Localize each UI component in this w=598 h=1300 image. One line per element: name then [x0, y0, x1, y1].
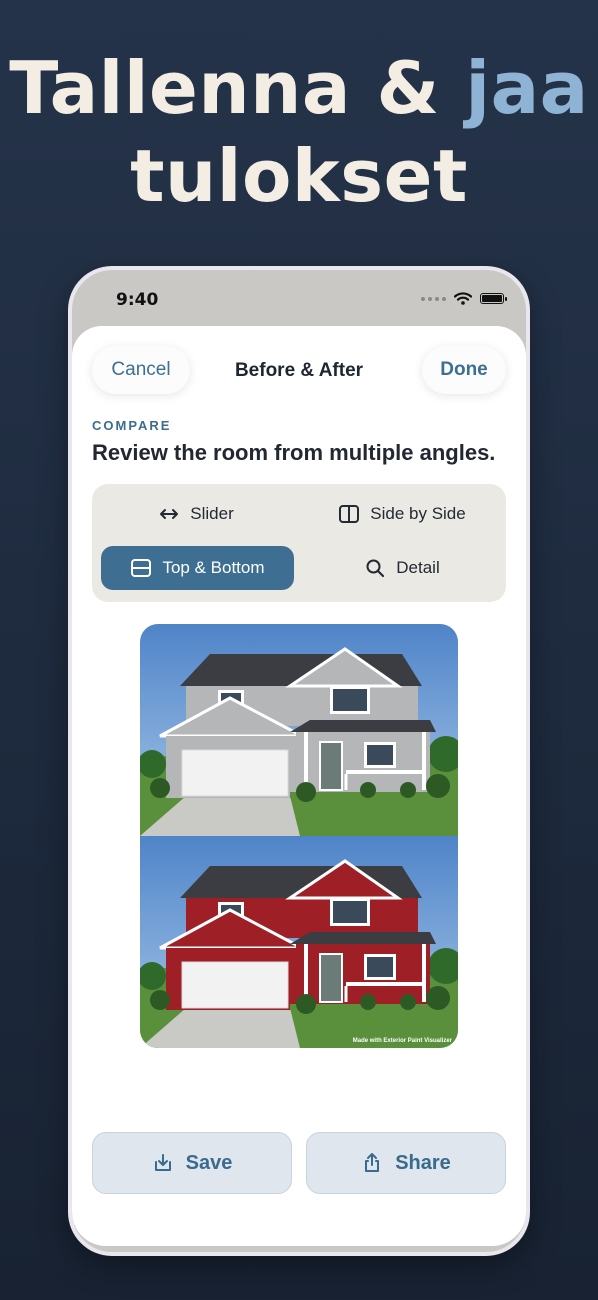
phone-frame: 9:40 Cancel Before & After Done COMPARE … — [68, 266, 530, 1256]
section-title: Review the room from multiple angles. — [92, 440, 496, 465]
status-bar: 9:40 — [72, 270, 526, 328]
split-columns-icon — [339, 505, 360, 523]
save-button[interactable]: Save — [92, 1132, 292, 1194]
before-after-preview[interactable]: Made with Exterior Paint Visualizer — [140, 624, 458, 1048]
download-icon — [154, 1154, 171, 1171]
mode-top-bottom-button[interactable]: Top & Bottom — [101, 546, 294, 590]
done-button[interactable]: Done — [422, 346, 506, 394]
signal-icon — [421, 296, 446, 301]
share-icon — [365, 1153, 380, 1172]
compare-mode-selector: Slider Side by Side Top & Bottom Detail — [92, 484, 506, 602]
watermark-text: Made with Exterior Paint Visualizer — [352, 1038, 452, 1044]
section-label: COMPARE — [92, 418, 172, 433]
share-button[interactable]: Share — [306, 1132, 506, 1194]
headline-line-1: Tallenna & jaa — [0, 44, 598, 132]
after-house-image — [140, 836, 458, 1048]
split-rows-icon — [131, 559, 152, 577]
headline-line-2: tulokset — [130, 134, 468, 218]
mode-side-by-side-label: Side by Side — [370, 504, 466, 523]
phone-screen: 9:40 Cancel Before & After Done COMPARE … — [72, 270, 526, 1252]
battery-icon — [480, 293, 507, 304]
save-label: Save — [185, 1151, 233, 1174]
headline-main-text: Tallenna & — [9, 46, 440, 130]
navigation-bar: Cancel Before & After Done — [72, 326, 526, 416]
share-label: Share — [395, 1151, 451, 1174]
mode-top-bottom-label: Top & Bottom — [162, 558, 265, 577]
house-comparison-image — [140, 624, 458, 1048]
mode-slider-button[interactable]: Slider — [100, 492, 292, 536]
arrows-horizontal-icon — [160, 509, 179, 519]
mode-detail-label: Detail — [396, 558, 440, 577]
mode-slider-label: Slider — [190, 504, 234, 523]
wifi-icon — [454, 292, 472, 305]
magnifier-icon — [366, 559, 385, 578]
status-icons — [421, 292, 507, 305]
mode-side-by-side-button[interactable]: Side by Side — [306, 492, 498, 536]
status-time: 9:40 — [116, 290, 159, 310]
headline: Tallenna & jaa tulokset — [0, 44, 598, 220]
mode-detail-button[interactable]: Detail — [306, 546, 498, 590]
headline-accent-text: jaa — [465, 46, 589, 130]
before-after-sheet: Cancel Before & After Done COMPARE Revie… — [72, 326, 526, 1246]
before-house-image — [140, 624, 458, 836]
